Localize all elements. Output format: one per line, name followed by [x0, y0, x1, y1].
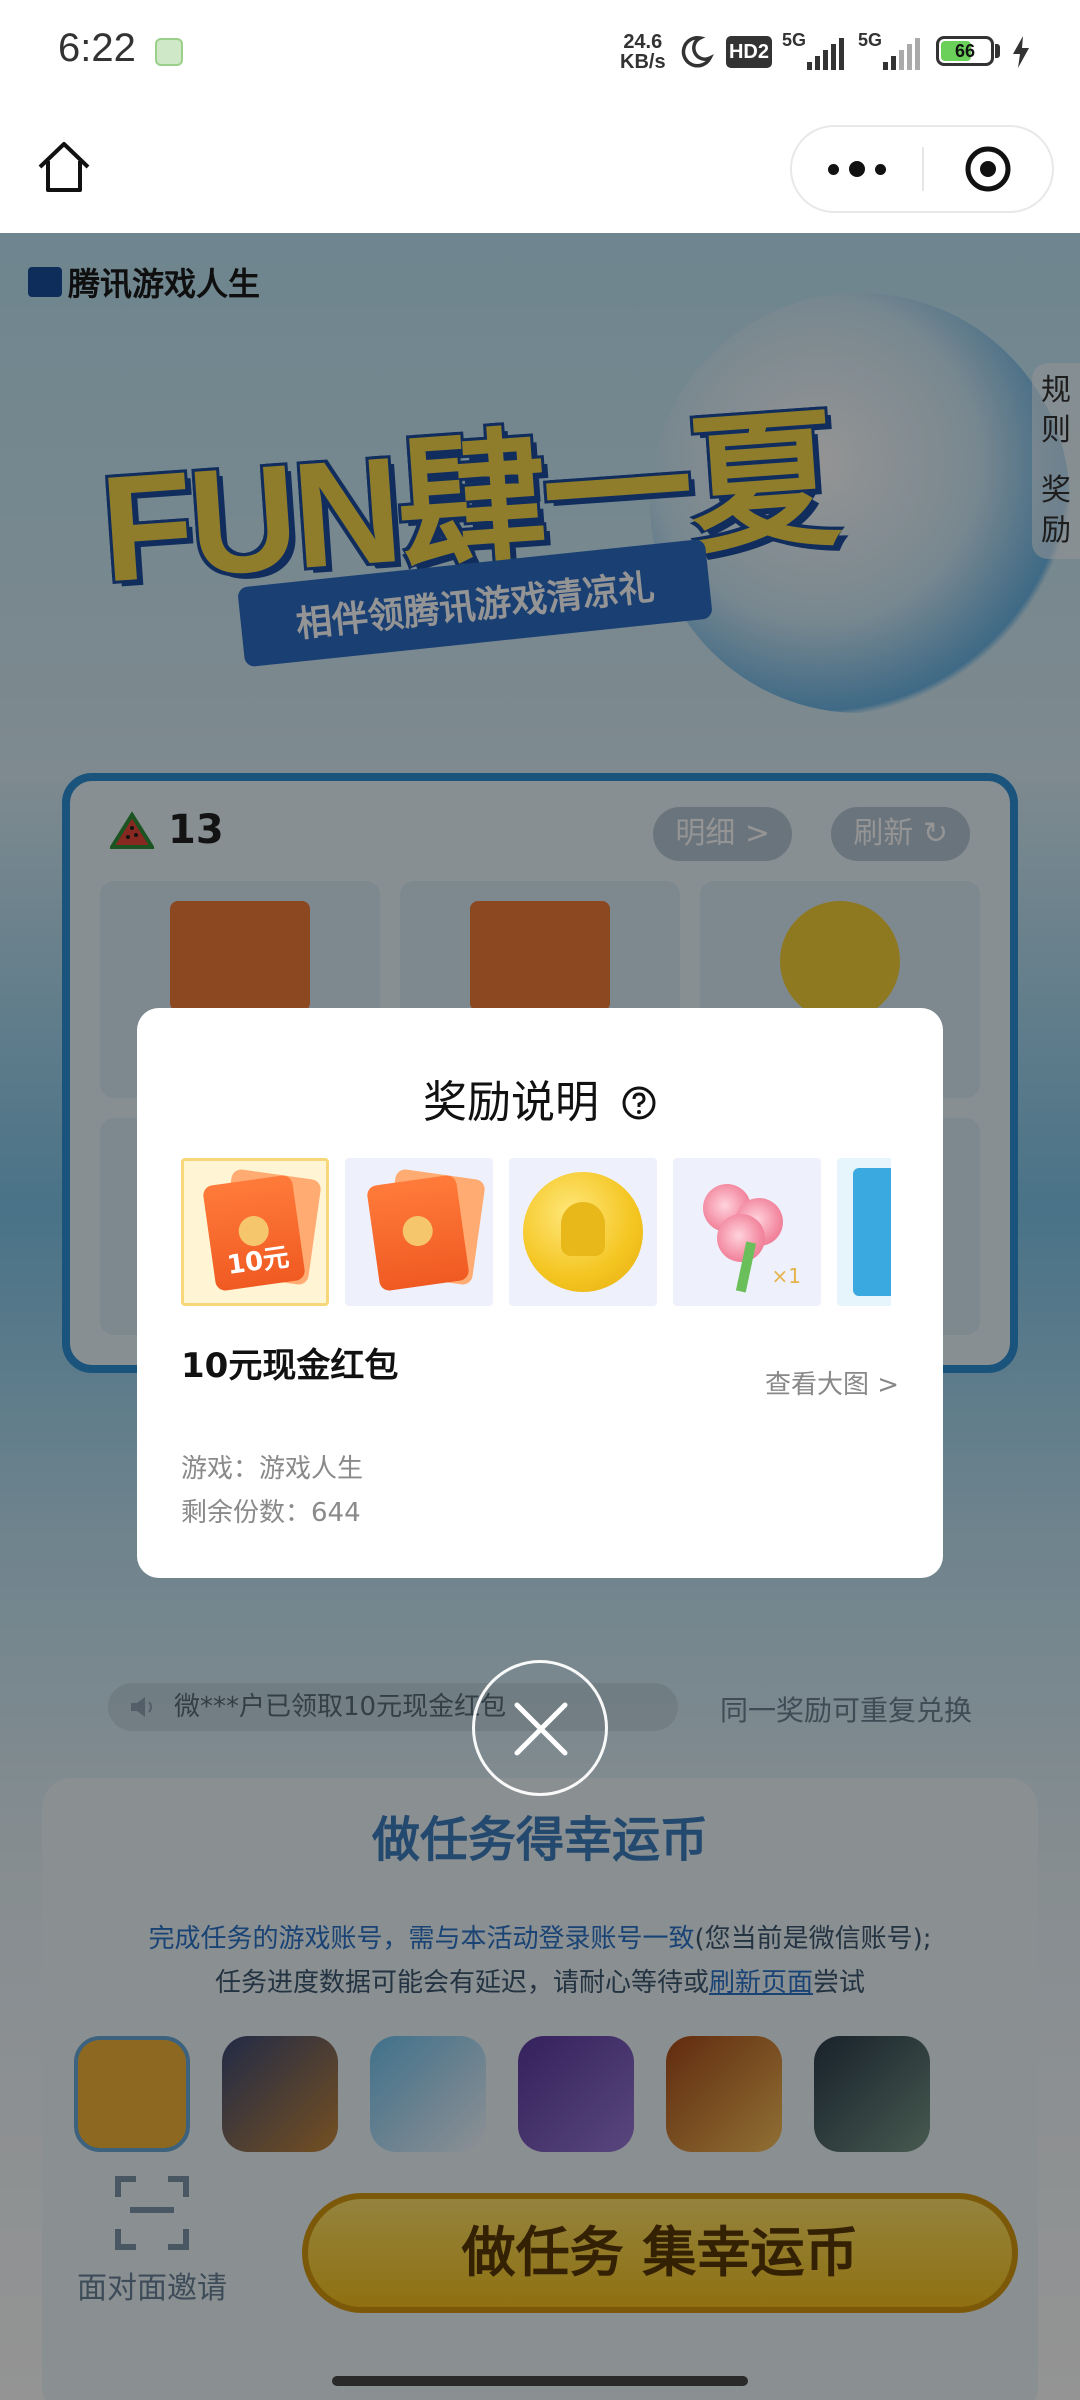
network-speed: 24.6 KB/s	[620, 32, 666, 72]
reward-thumbnail-strip: 10元 ×1	[181, 1158, 891, 1310]
sim2-signal-icon: 5G	[858, 30, 920, 72]
network-speed-value: 24.6	[623, 31, 663, 53]
reward-name: 10元现金红包	[181, 1346, 399, 1386]
mini-program-navbar	[0, 105, 1080, 233]
thumbnail-roses[interactable]: ×1	[673, 1158, 821, 1306]
menu-capsule	[790, 125, 1054, 213]
battery-tip	[995, 44, 1000, 58]
thumbnail-cash-red-envelope[interactable]: 10元	[181, 1158, 329, 1306]
close-mini-program-icon[interactable]	[964, 145, 1012, 193]
gesture-navigation-bar[interactable]	[332, 2376, 748, 2386]
modal-close-button[interactable]	[472, 1660, 608, 1796]
hd-voice-icon: HD2	[726, 36, 772, 68]
network-speed-unit: KB/s	[620, 51, 666, 73]
red-envelope-amount: 10元	[225, 1242, 292, 1281]
status-bar: 6:22 24.6 KB/s HD2 5G 5G 66	[0, 0, 1080, 105]
help-icon[interactable]	[621, 1085, 657, 1121]
charging-bolt-icon	[1013, 36, 1029, 68]
battery-icon: 66	[936, 36, 994, 66]
home-icon[interactable]	[32, 135, 96, 199]
notification-app-icon	[155, 38, 183, 66]
red-envelope-icon: 10元	[202, 1174, 306, 1292]
thumbnail-partial[interactable]	[837, 1158, 891, 1306]
modal-title: 奖励说明	[137, 1066, 943, 1130]
capsule-divider	[922, 147, 924, 191]
red-envelope-icon	[366, 1174, 470, 1292]
reward-game: 游戏：游戏人生	[181, 1454, 364, 1484]
qq-coin-icon	[523, 1172, 643, 1292]
close-icon	[514, 1702, 568, 1756]
view-large-image-link[interactable]: 查看大图 >	[765, 1364, 899, 1401]
status-time: 6:22	[58, 26, 136, 70]
sim1-signal-icon: 5G	[782, 30, 844, 72]
do-not-disturb-moon-icon	[681, 36, 714, 68]
rose-count: ×1	[771, 1264, 801, 1288]
battery-level: 66	[954, 41, 976, 61]
thumbnail-qq-coin[interactable]	[509, 1158, 657, 1306]
rose-icon	[717, 1214, 765, 1262]
reward-info-modal: 奖励说明 10元 ×1 10元现金红包 查看大图 > 游戏：游戏人生 剩余份数：…	[137, 1008, 943, 1578]
more-options-button[interactable]	[792, 127, 922, 211]
reward-remaining: 剩余份数：644	[181, 1498, 361, 1528]
modal-title-text: 奖励说明	[423, 1077, 599, 1128]
thumbnail-red-envelope[interactable]	[345, 1158, 493, 1306]
